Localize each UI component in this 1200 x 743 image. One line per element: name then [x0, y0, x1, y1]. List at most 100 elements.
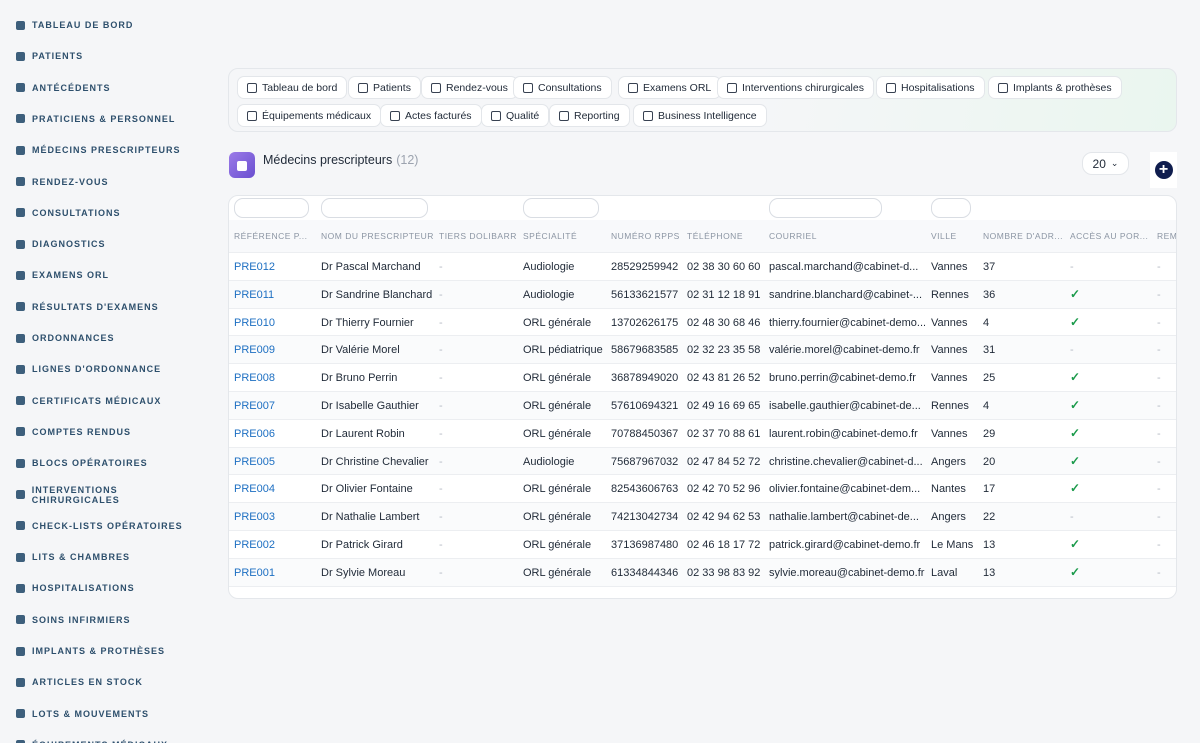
- column-header[interactable]: ACCÈS AU POR...: [1070, 231, 1150, 241]
- table-cell: 02 33 98 83 92: [687, 566, 761, 579]
- table-row[interactable]: PRE010 Dr Thierry Fournier - ORL générale 13…: [229, 309, 1176, 337]
- column-header[interactable]: TÉLÉPHONE: [687, 231, 765, 241]
- page-title: Médecins prescripteurs (12): [263, 153, 418, 167]
- column-header[interactable]: RÉFÉRENCE P...: [234, 231, 312, 241]
- sidebar-item[interactable]: SOINS INFIRMIERS: [16, 610, 131, 630]
- reference-link[interactable]: PRE003: [234, 511, 312, 523]
- add-prescriber-button[interactable]: +: [1150, 152, 1177, 188]
- building-icon: [16, 552, 25, 562]
- tab-label: Reporting: [574, 109, 620, 122]
- reference-link[interactable]: PRE012: [234, 261, 312, 273]
- tab-business-intelligence[interactable]: Business Intelligence: [633, 104, 767, 127]
- sidebar-item[interactable]: ÉQUIPEMENTS MÉDICAUX: [16, 735, 168, 743]
- column-header[interactable]: NUMÉRO RPPS: [611, 231, 683, 241]
- reference-link[interactable]: PRE001: [234, 567, 312, 579]
- sidebar-item-label: ORDONNANCES: [32, 333, 115, 343]
- column-filter-input[interactable]: [523, 198, 599, 218]
- reference-link[interactable]: PRE007: [234, 400, 312, 412]
- sidebar-item[interactable]: PATIENTS: [16, 46, 83, 66]
- table-row[interactable]: PRE003 Dr Nathalie Lambert - ORL générale 74…: [229, 503, 1176, 531]
- sidebar-item[interactable]: RENDEZ-VOUS: [16, 172, 109, 192]
- tab-rendez-vous[interactable]: Rendez-vous: [421, 76, 518, 99]
- column-filter-input[interactable]: [234, 198, 309, 218]
- tab-consultations[interactable]: Consultations: [513, 76, 612, 99]
- column-filter-input[interactable]: [321, 198, 428, 218]
- sidebar-item[interactable]: LIGNES D'ORDONNANCE: [16, 359, 161, 379]
- sidebar-item[interactable]: BLOCS OPÉRATOIRES: [16, 453, 148, 473]
- tab-interventions-chirurgicales[interactable]: Interventions chirurgicales: [717, 76, 874, 99]
- column-header[interactable]: TIERS DOLIBARR: [439, 231, 517, 241]
- reference-link[interactable]: PRE011: [234, 289, 312, 301]
- table-cell: Audiologie: [523, 261, 575, 273]
- table-cell: -: [1157, 455, 1161, 468]
- sidebar-item[interactable]: HOSPITALISATIONS: [16, 578, 135, 598]
- column-header[interactable]: COURRIEL: [769, 231, 925, 241]
- column-filter-input[interactable]: [931, 198, 971, 218]
- table-row[interactable]: PRE007 Dr Isabelle Gauthier - ORL générale 5…: [229, 392, 1176, 420]
- sidebar-item[interactable]: ARTICLES EN STOCK: [16, 672, 143, 692]
- tab-label: Qualité: [506, 109, 540, 122]
- table-row[interactable]: PRE011 Dr Sandrine Blanchard - Audiologie 56…: [229, 280, 1176, 309]
- table-row[interactable]: PRE012 Dr Pascal Marchand - Audiologie 28529…: [229, 253, 1176, 281]
- table-row[interactable]: PRE002 Dr Patrick Girard - ORL générale 3713…: [229, 531, 1176, 559]
- table-cell: Vannes: [931, 427, 968, 440]
- table-cell: 37136987480: [611, 539, 679, 551]
- tab-equipements-medicaux[interactable]: Équipements médicaux: [237, 104, 382, 127]
- sidebar-item[interactable]: CONSULTATIONS: [16, 203, 121, 223]
- table-row[interactable]: PRE001 Dr Sylvie Moreau - ORL générale 61334…: [229, 558, 1176, 587]
- reference-link[interactable]: PRE009: [234, 344, 312, 356]
- page-size-select[interactable]: 20 ⌄: [1082, 152, 1129, 175]
- reference-link[interactable]: PRE008: [234, 372, 312, 384]
- sidebar-item[interactable]: RÉSULTATS D'EXAMENS: [16, 297, 159, 317]
- table-cell: valérie.morel@cabinet-demo.fr: [769, 344, 920, 357]
- column-filter-input[interactable]: [769, 198, 882, 218]
- tab-examens-orl[interactable]: Examens ORL: [618, 76, 722, 99]
- table-cell: -: [439, 261, 443, 273]
- column-header[interactable]: NOMBRE D'ADR...: [983, 231, 1063, 241]
- table-row[interactable]: PRE005 Dr Christine Chevalier - Audiologie 7…: [229, 447, 1176, 476]
- reference-link[interactable]: PRE005: [234, 456, 312, 468]
- sidebar-item[interactable]: ORDONNANCES: [16, 328, 115, 348]
- sidebar-item[interactable]: LOTS & MOUVEMENTS: [16, 704, 149, 724]
- sidebar-item-label: ARTICLES EN STOCK: [32, 677, 143, 688]
- sidebar-item[interactable]: COMPTES RENDUS: [16, 422, 131, 442]
- reference-link[interactable]: PRE006: [234, 428, 312, 440]
- column-header[interactable]: NOM DU PRESCRIPTEUR: [321, 231, 433, 241]
- table-row[interactable]: PRE006 Dr Laurent Robin - ORL générale 70788…: [229, 420, 1176, 448]
- tab-reporting[interactable]: Reporting: [549, 104, 630, 127]
- table-cell: -: [1157, 372, 1161, 385]
- table-cell: -: [439, 483, 443, 496]
- sidebar-item[interactable]: INTERVENTIONS CHIRURGICALES: [16, 485, 205, 505]
- reference-link[interactable]: PRE010: [234, 317, 312, 329]
- sidebar-item[interactable]: CHECK-LISTS OPÉRATOIRES: [16, 516, 183, 536]
- table-row[interactable]: PRE008 Dr Bruno Perrin - ORL générale 368789…: [229, 364, 1176, 392]
- table-cell: Angers: [931, 455, 966, 468]
- sidebar-item[interactable]: EXAMENS ORL: [16, 265, 109, 285]
- sidebar-item[interactable]: CERTIFICATS MÉDICAUX: [16, 391, 161, 411]
- tab-qualite[interactable]: Qualité: [481, 104, 550, 127]
- dashboard-icon: [16, 20, 25, 30]
- sidebar-item[interactable]: IMPLANTS & PROTHÈSES: [16, 641, 165, 661]
- reference-link[interactable]: PRE002: [234, 539, 312, 551]
- table-row[interactable]: PRE009 Dr Valérie Morel - ORL pédiatrique 58…: [229, 336, 1176, 365]
- tab-patients[interactable]: Patients: [348, 76, 421, 99]
- sidebar-item[interactable]: ANTÉCÉDENTS: [16, 78, 111, 98]
- reference-link[interactable]: PRE004: [234, 483, 312, 495]
- tab-tableau-de-bord[interactable]: Tableau de bord: [237, 76, 348, 99]
- column-header[interactable]: REM: [1157, 231, 1176, 241]
- table-row[interactable]: PRE004 Dr Olivier Fontaine - ORL générale 82…: [229, 475, 1176, 504]
- tab-label: Business Intelligence: [658, 109, 757, 122]
- tab-actes-factures[interactable]: Actes facturés: [380, 104, 482, 127]
- tab-hospitalisations[interactable]: Hospitalisations: [876, 76, 985, 99]
- sidebar-item[interactable]: MÉDECINS PRESCRIPTEURS: [16, 140, 181, 160]
- table-cell: 29: [983, 427, 996, 440]
- sidebar-item[interactable]: PRATICIENS & PERSONNEL: [16, 109, 175, 129]
- clipboard-icon: [16, 239, 25, 249]
- table-cell: 4: [983, 400, 990, 412]
- column-header[interactable]: SPÉCIALITÉ: [523, 231, 607, 241]
- sidebar-item[interactable]: TABLEAU DE BORD: [16, 15, 133, 35]
- column-header[interactable]: VILLE: [931, 231, 979, 241]
- tab-implants-protheses[interactable]: Implants & prothèses: [988, 76, 1122, 99]
- sidebar-item[interactable]: DIAGNOSTICS: [16, 234, 106, 254]
- sidebar-item[interactable]: LITS & CHAMBRES: [16, 547, 130, 567]
